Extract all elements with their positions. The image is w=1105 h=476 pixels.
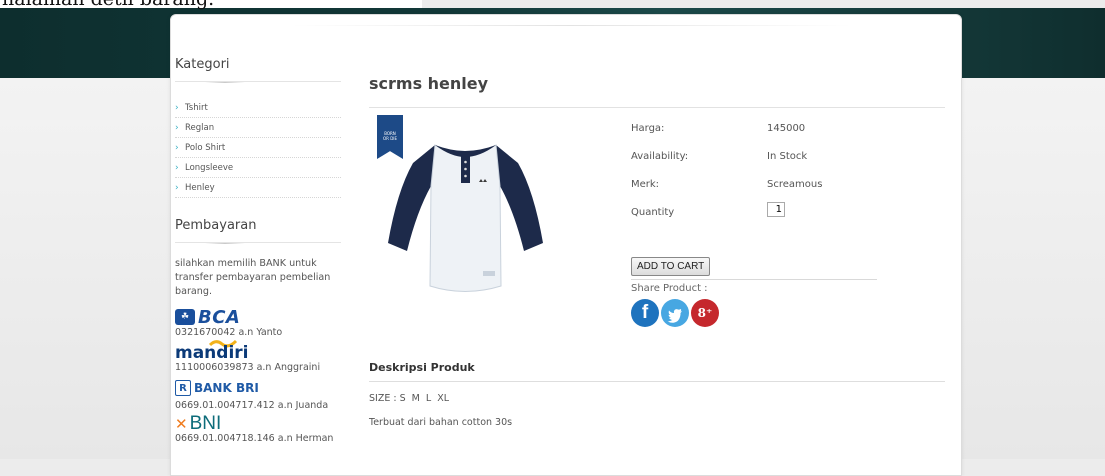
quantity-input[interactable]: [767, 202, 785, 217]
category-label: Longsleeve: [185, 163, 234, 173]
availability-label: Availability:: [631, 151, 689, 162]
category-label: Reglan: [185, 123, 215, 133]
category-list: › Tshirt › Reglan › Polo Shirt › Longsleeve …: [175, 98, 345, 198]
bri-logo-text: BANK BRI: [194, 380, 259, 395]
category-label: Henley: [185, 183, 215, 193]
price-label: Harga:: [631, 123, 665, 134]
brand-row: Merk: Screamous: [631, 179, 941, 207]
bni-emblem-icon: ✕: [175, 414, 188, 433]
quantity-label: Quantity: [631, 207, 675, 218]
product-title: scrms henley: [369, 74, 489, 93]
category-item-reglan[interactable]: › Reglan: [175, 118, 341, 138]
chevron-right-icon: ›: [175, 163, 179, 173]
price-value: 145000: [767, 123, 806, 134]
category-item-tshirt[interactable]: › Tshirt: [175, 98, 341, 118]
description-size: SIZE : S M L XL: [369, 393, 450, 404]
share-divider: [631, 279, 877, 280]
category-item-longsleeve[interactable]: › Longsleeve: [175, 158, 341, 178]
product-main: scrms henley BORN OR DIE Harga: 145000 A…: [369, 73, 945, 428]
share-label: Share Product :: [631, 283, 708, 294]
category-label: Tshirt: [185, 103, 208, 113]
quantity-row: Quantity: [631, 202, 941, 235]
mandiri-logo-text: mandiri: [175, 343, 249, 363]
bri-account: 0669.01.004717.412 a.n Juanda: [175, 400, 329, 411]
chevron-right-icon: ›: [175, 143, 179, 153]
price-row: Harga: 145000: [631, 123, 941, 151]
bca-logo-text: BCA: [198, 306, 241, 328]
availability-row: Availability: In Stock: [631, 151, 941, 179]
google-plus-icon[interactable]: 8⁺: [691, 299, 719, 327]
product-details: Harga: 145000 Availability: In Stock Mer…: [631, 123, 941, 235]
bri-emblem-icon: R: [175, 379, 191, 396]
payment-instructions: silahkan memilih BANK untuk transfer pem…: [175, 258, 331, 297]
container-top-highlight: [291, 25, 851, 26]
henley-shirt-image: [388, 144, 543, 292]
description-title: Deskripsi Produk: [369, 361, 475, 374]
twitter-bird-glyph: [667, 309, 682, 323]
bri-logo: R BANK BRI: [175, 378, 345, 397]
chevron-right-icon: ›: [175, 183, 179, 193]
mandiri-account: 1110006039873 a.n Anggraini: [175, 362, 321, 373]
chevron-right-icon: ›: [175, 123, 179, 133]
payment-title: Pembayaran: [175, 218, 257, 233]
bca-emblem-icon: ☘: [175, 309, 195, 325]
mandiri-logo: mandiri: [175, 339, 345, 363]
category-item-polo-shirt[interactable]: › Polo Shirt: [175, 138, 341, 158]
add-to-cart-button[interactable]: ADD TO CART: [631, 257, 711, 276]
sidebar: Kategori › Tshirt › Reglan › Polo Shirt › Lo…: [175, 57, 345, 444]
payment-title-rule: [175, 233, 341, 244]
product-image[interactable]: BORN OR DIE: [369, 115, 559, 305]
availability-value: In Stock: [767, 151, 808, 162]
facebook-icon[interactable]: f: [631, 299, 659, 327]
page-caption: halaman detil barang.: [0, 0, 422, 9]
title-divider: [369, 107, 945, 108]
category-item-henley[interactable]: › Henley: [175, 178, 341, 198]
category-title-rule: [175, 72, 341, 83]
description-divider: [369, 381, 945, 382]
description-text: Terbuat dari bahan cotton 30s: [369, 417, 513, 428]
bca-account: 0321670042 a.n Yanto: [175, 327, 283, 338]
bni-logo: ✕ BNI: [175, 412, 345, 434]
category-title: Kategori: [175, 57, 230, 72]
brand-label: Merk:: [631, 179, 660, 190]
twitter-icon[interactable]: [661, 299, 689, 327]
bca-logo: ☘ BCA: [175, 306, 345, 328]
category-label: Polo Shirt: [185, 143, 226, 153]
brand-value: Screamous: [767, 179, 823, 190]
content-container: Kategori › Tshirt › Reglan › Polo Shirt › Lo…: [170, 14, 962, 476]
bni-account: 0669.01.004718.146 a.n Herman: [175, 433, 334, 444]
chevron-right-icon: ›: [175, 103, 179, 113]
social-share-buttons: f 8⁺: [631, 299, 719, 327]
bni-logo-text: BNI: [189, 412, 222, 434]
